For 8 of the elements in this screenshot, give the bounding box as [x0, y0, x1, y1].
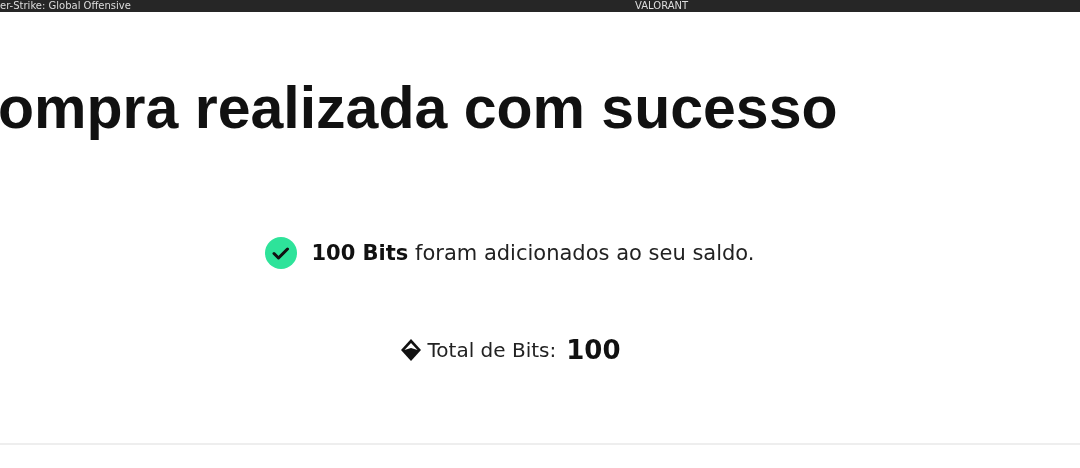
success-message: 100 Bits foram adicionados ao seu saldo.	[311, 241, 755, 265]
total-label: Total de Bits:	[427, 338, 557, 362]
dialog-title: ompra realizada com sucesso	[0, 74, 838, 142]
diamond-icon	[399, 338, 422, 362]
total-value: 100	[566, 335, 621, 365]
game-tab[interactable]: VALORANT	[635, 0, 689, 12]
game-tab[interactable]: er-Strike: Global Offensive	[0, 0, 131, 12]
check-icon	[265, 237, 298, 269]
